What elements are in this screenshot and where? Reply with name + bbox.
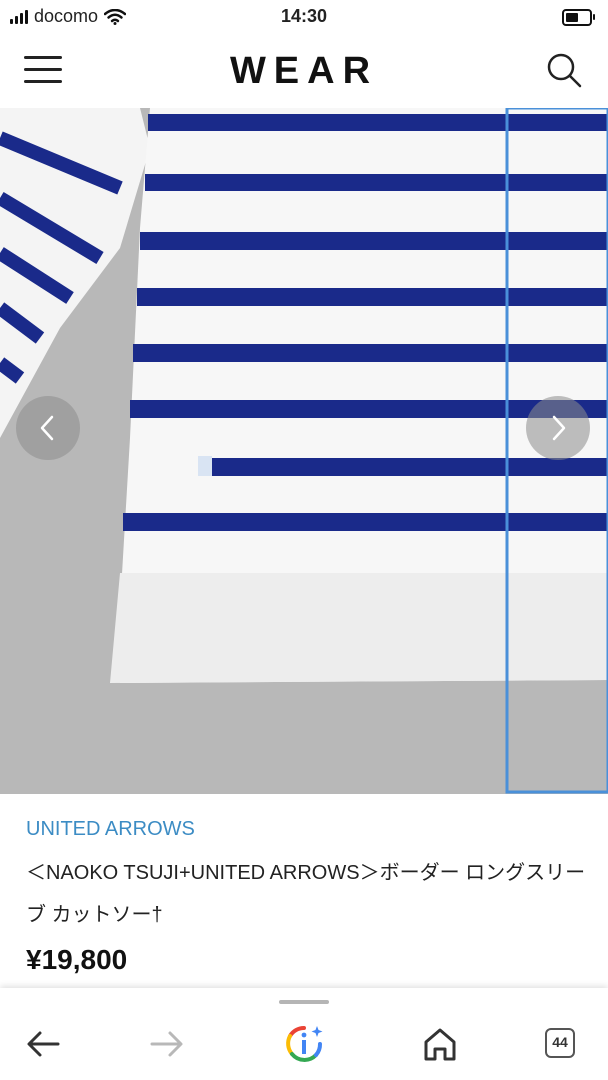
carousel-prev-button[interactable] <box>16 396 80 460</box>
brand-link[interactable]: UNITED ARROWS <box>26 818 195 841</box>
carousel-next-button[interactable] <box>526 396 590 460</box>
tabs-icon[interactable]: 44 <box>545 1028 575 1058</box>
app-header: WEAR <box>0 34 608 109</box>
status-bar: docomo 14:30 <box>0 0 608 34</box>
product-title: ＜NAOKO TSUJI+UNITED ARROWS＞ボーダー ロングスリーブ … <box>26 862 586 926</box>
battery-icon <box>562 9 595 26</box>
chevron-left-icon <box>40 415 54 441</box>
forward-arrow-icon[interactable] <box>146 1024 186 1064</box>
site-logo[interactable]: WEAR <box>0 50 608 93</box>
chevron-right-icon <box>552 415 566 441</box>
back-arrow-icon[interactable] <box>24 1024 64 1064</box>
product-photo <box>0 108 608 794</box>
browser-toolbar: 44 <box>0 988 608 1080</box>
google-assistant-icon[interactable] <box>284 1024 324 1064</box>
product-image-carousel[interactable] <box>0 108 608 794</box>
product-price: ¥19,800 <box>26 944 128 975</box>
sheet-handle[interactable] <box>279 1000 329 1004</box>
home-icon[interactable] <box>420 1024 460 1064</box>
status-time: 14:30 <box>280 6 328 26</box>
search-icon[interactable] <box>546 52 582 88</box>
